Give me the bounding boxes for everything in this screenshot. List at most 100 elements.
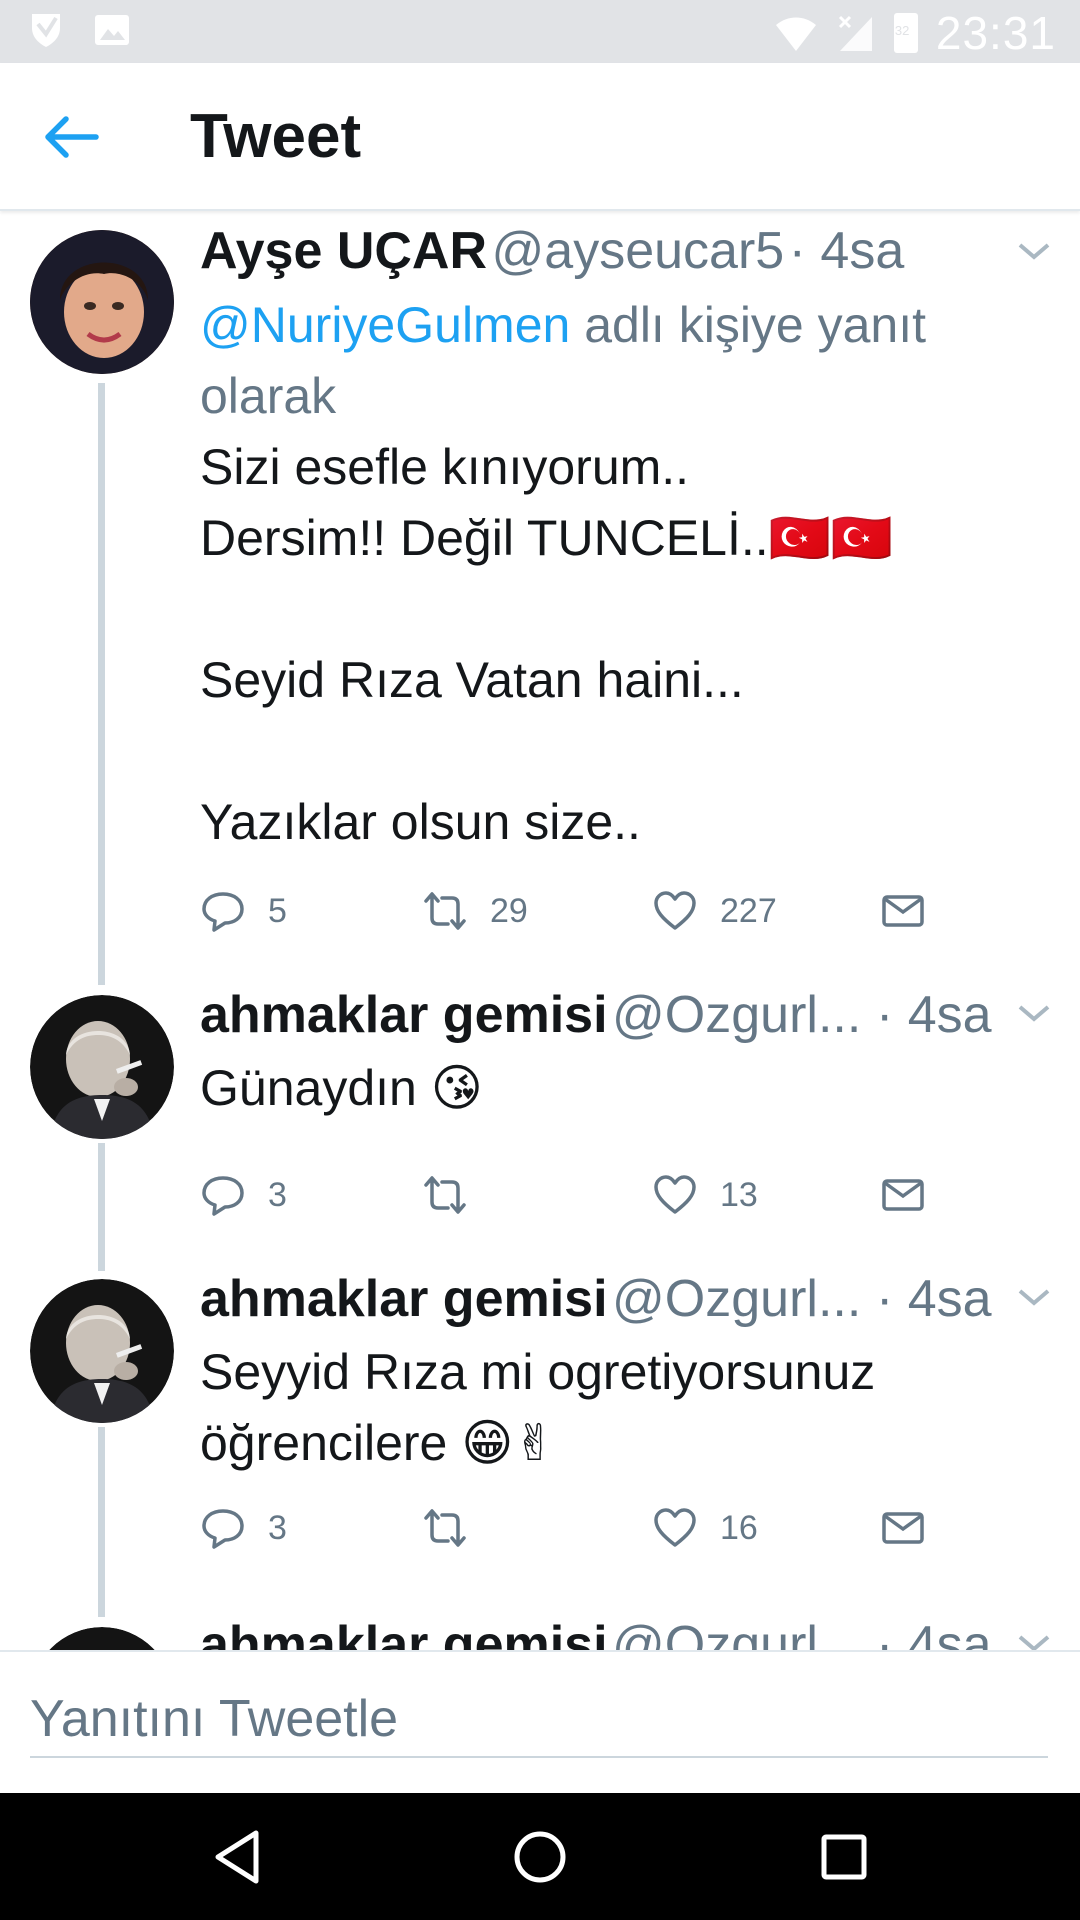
reply-button[interactable]: 5 — [200, 888, 287, 934]
tweet-time: · 4sa — [876, 1270, 992, 1328]
tweet-actions: 5 29 227 — [200, 888, 1000, 948]
chevron-down-icon[interactable] — [1016, 1631, 1052, 1650]
author-name[interactable]: ahmaklar gemisi — [200, 1616, 608, 1650]
tweet-text: @NuriyeGulmen adlı kişiye yanıt olarak S… — [200, 290, 1030, 858]
mention-link[interactable]: @NuriyeGulmen — [200, 297, 570, 353]
envelope-icon — [882, 1179, 924, 1211]
message-button[interactable] — [880, 1505, 926, 1551]
tweet-header: ahmaklar gemisi @Ozgurl... · 4sa — [200, 1269, 1080, 1335]
tweet-main[interactable]: Ayşe UÇAR @ayseucar5 · 4sa @NuriyeGulmen… — [0, 213, 1080, 985]
author-handle[interactable]: @Ozgurl... — [612, 1616, 861, 1650]
author-name[interactable]: Ayşe UÇAR — [200, 222, 487, 280]
shield-icon — [32, 14, 60, 47]
app-header: Tweet — [0, 63, 1080, 211]
like-button[interactable]: 13 — [652, 1172, 758, 1218]
reply-icon — [202, 892, 244, 932]
heart-icon — [654, 1175, 696, 1214]
chevron-down-icon[interactable] — [1016, 1285, 1052, 1309]
tweet-time: · 4sa — [876, 1616, 992, 1650]
avatar-photo-icon — [30, 995, 174, 1139]
author-handle[interactable]: @Ozgurl... — [612, 986, 861, 1044]
tweet-line — [200, 716, 1030, 787]
tweet-line: Seyyid Rıza mi ogretiyorsunuz — [200, 1344, 876, 1400]
tweet-header: Ayşe UÇAR @ayseucar5 · 4sa — [200, 221, 1080, 287]
message-button[interactable] — [880, 1172, 926, 1218]
author-name[interactable]: ahmaklar gemisi — [200, 986, 608, 1044]
like-button[interactable]: 16 — [652, 1505, 758, 1551]
home-circle-icon[interactable] — [508, 1825, 572, 1889]
signal-icon — [838, 15, 872, 51]
thread-line — [98, 1427, 105, 1617]
thread-line — [98, 1143, 105, 1271]
tweet-reply[interactable]: ahmaklar gemisi @Ozgurl... · 4sa Seyyid … — [0, 1269, 1080, 1617]
avatar-photo-icon — [30, 1279, 174, 1423]
reply-tweet-input[interactable] — [30, 1682, 1048, 1758]
tweet-line: Yazıklar olsun size.. — [200, 794, 641, 850]
tweet-line — [200, 574, 1030, 645]
retweet-icon — [424, 1509, 466, 1547]
retweet-button[interactable] — [422, 1172, 490, 1218]
envelope-icon — [882, 1512, 924, 1544]
chevron-down-icon[interactable] — [1016, 239, 1052, 263]
navigation-bar — [0, 1793, 1080, 1920]
envelope-icon — [882, 895, 924, 927]
avatar[interactable] — [30, 1627, 174, 1650]
status-bar: 32 23:31 — [0, 0, 1080, 63]
reply-count: 3 — [268, 1508, 287, 1547]
recents-square-icon[interactable] — [812, 1825, 876, 1889]
avatar[interactable] — [30, 995, 174, 1139]
retweet-icon — [424, 1176, 466, 1214]
battery-icon: 32 — [893, 13, 918, 53]
tweet-time: · 4sa — [788, 222, 905, 280]
tweet-reply[interactable]: ahmaklar gemisi @Ozgurl... · 4sa — [0, 1615, 1080, 1650]
retweet-count: 29 — [490, 891, 528, 930]
avatar[interactable] — [30, 1279, 174, 1423]
heart-icon — [654, 891, 696, 930]
like-count: 16 — [720, 1508, 758, 1547]
status-time: 23:31 — [935, 7, 1056, 59]
image-icon — [95, 15, 129, 45]
avatar-photo-icon — [49, 1627, 155, 1650]
back-arrow-icon[interactable] — [40, 107, 104, 167]
reply-bar — [0, 1650, 1080, 1793]
retweet-icon — [424, 892, 466, 930]
heart-icon — [654, 1508, 696, 1547]
reply-icon — [202, 1509, 244, 1549]
message-button[interactable] — [880, 888, 926, 934]
reply-button[interactable]: 3 — [200, 1172, 287, 1218]
retweet-button[interactable]: 29 — [422, 888, 528, 934]
tweet-line: Seyid Rıza Vatan haini... — [200, 652, 744, 708]
wifi-icon — [775, 17, 816, 51]
reply-button[interactable]: 3 — [200, 1505, 287, 1551]
tweet-header: ahmaklar gemisi @Ozgurl... · 4sa — [200, 985, 1080, 1051]
avatar[interactable] — [30, 230, 174, 374]
tweet-line: Günaydın 😘 — [200, 1060, 483, 1116]
author-name[interactable]: ahmaklar gemisi — [200, 1270, 608, 1328]
avatar-face-icon — [30, 230, 174, 374]
chevron-down-icon[interactable] — [1016, 1001, 1052, 1025]
tweet-line: Sizi esefle kınıyorum.. — [200, 439, 690, 495]
like-count: 227 — [720, 891, 777, 930]
tweet-line: Dersim!! Değil TUNCELİ..🇹🇷🇹🇷 — [200, 510, 894, 566]
reply-context: @NuriyeGulmen adlı kişiye yanıt olarak — [200, 290, 1030, 432]
tweet-text: Seyyid Rıza mi ogretiyorsunuz öğrenciler… — [200, 1337, 1030, 1479]
battery-level: 32 — [894, 23, 910, 38]
like-count: 13 — [720, 1175, 758, 1214]
tweet-line: öğrencilere 😁✌ — [200, 1415, 556, 1471]
reply-count: 3 — [268, 1175, 287, 1214]
like-button[interactable]: 227 — [652, 888, 777, 934]
author-handle[interactable]: @ayseucar5 — [492, 222, 785, 280]
back-triangle-icon[interactable] — [206, 1825, 270, 1889]
tweet-actions: 3 16 — [200, 1505, 1000, 1565]
reply-count: 5 — [268, 891, 287, 930]
retweet-button[interactable] — [422, 1505, 490, 1551]
tweet-thread[interactable]: Ayşe UÇAR @ayseucar5 · 4sa @NuriyeGulmen… — [0, 213, 1080, 1650]
tweet-reply[interactable]: ahmaklar gemisi @Ozgurl... · 4sa Günaydı… — [0, 983, 1080, 1271]
tweet-text: Günaydın 😘 — [200, 1053, 1030, 1124]
author-handle[interactable]: @Ozgurl... — [612, 1270, 861, 1328]
tweet-time: · 4sa — [876, 986, 992, 1044]
page-title: Tweet — [190, 102, 362, 171]
reply-icon — [202, 1176, 244, 1216]
thread-line — [98, 383, 105, 985]
tweet-actions: 3 13 — [200, 1172, 1000, 1232]
